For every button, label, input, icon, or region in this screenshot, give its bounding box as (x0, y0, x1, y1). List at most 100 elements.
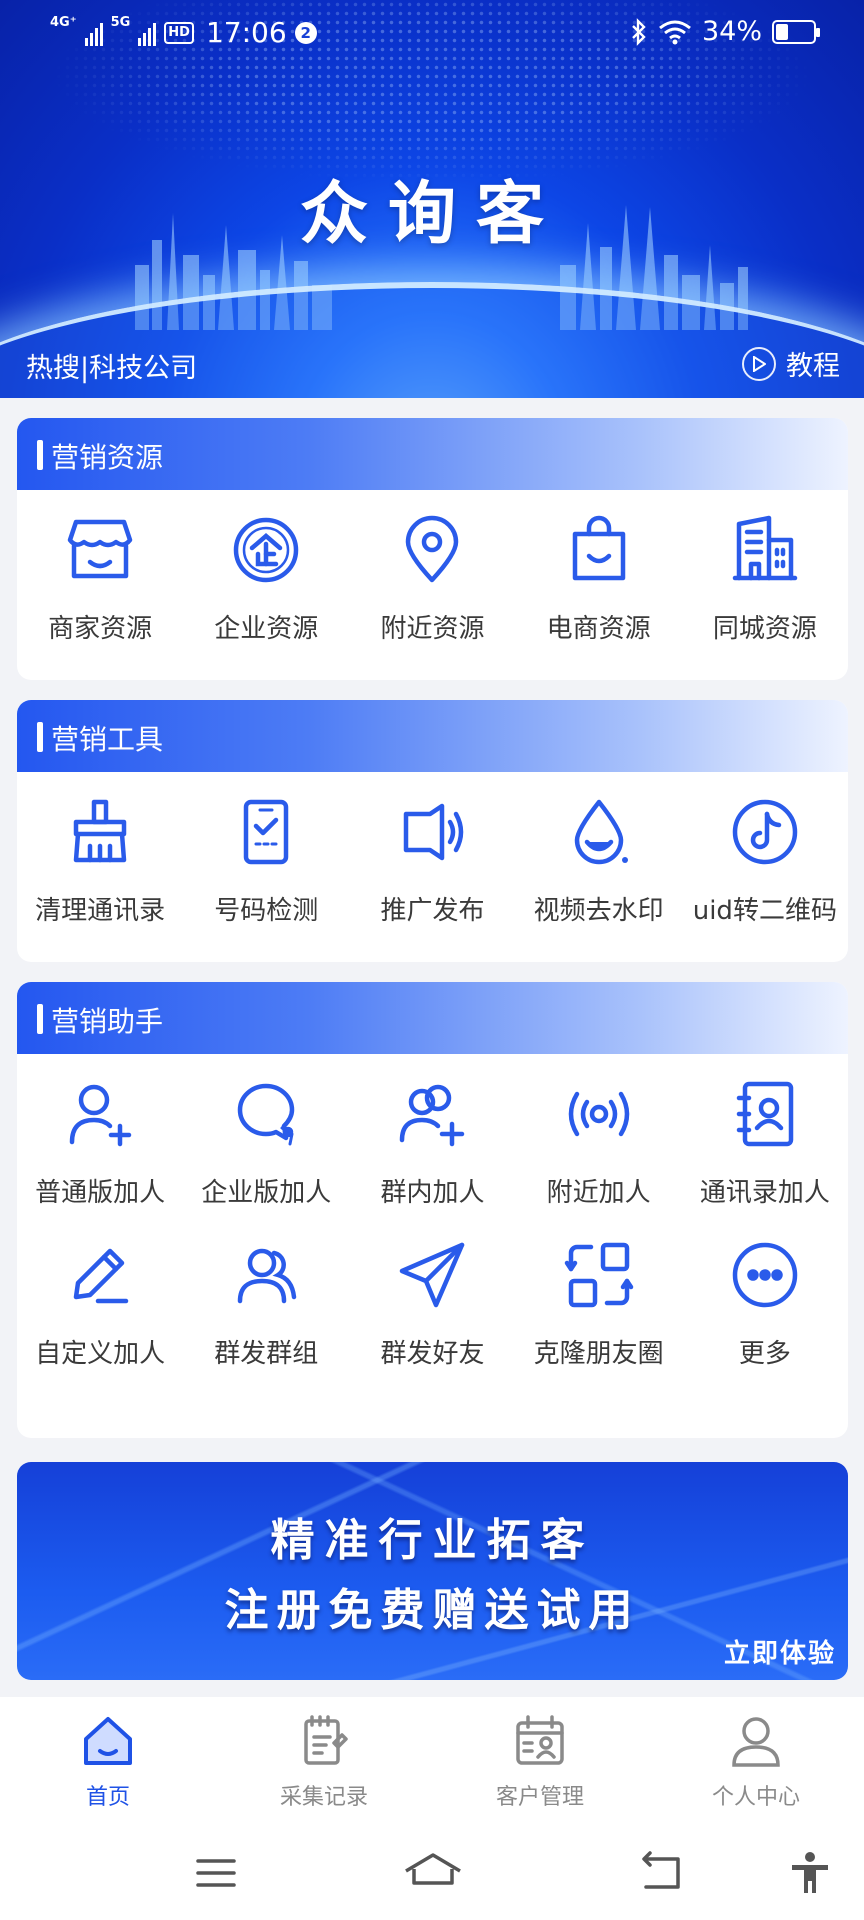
banner-headline: 精准行业拓客 (270, 1515, 595, 1566)
signal-icon (84, 20, 103, 46)
app-title: 众询客 (299, 175, 564, 254)
grid-item-clean-contacts[interactable]: 清理通讯录 (17, 772, 183, 927)
marketing-resources-section: 营销资源 商家资源 企业资源 附近资源 电商资源 同城资源 (17, 418, 848, 680)
contact-book-icon (736, 1081, 794, 1147)
grid-item-standard-add[interactable]: 普通版加人 (17, 1054, 183, 1209)
system-navigation-bar (0, 1819, 864, 1920)
section-title: 营销助手 (51, 1005, 164, 1038)
location-pin-icon (406, 515, 459, 583)
grid-item-merchant-resources[interactable]: 商家资源 (17, 490, 183, 645)
tab-personal-center[interactable]: 个人中心 (648, 1697, 864, 1819)
person-icon (732, 1717, 780, 1767)
grid-item-label: 企业版加人 (201, 1178, 332, 1208)
grid-item-label: 克隆朋友圈 (533, 1339, 664, 1369)
grid-item-label: 推广发布 (380, 896, 485, 926)
try-now-button[interactable]: 立即体验 (724, 1633, 836, 1670)
tab-home[interactable]: 首页 (0, 1697, 216, 1819)
enterprise-icon (234, 517, 299, 583)
chat-bubble-icon (238, 1083, 295, 1146)
brush-icon (73, 799, 127, 863)
calendar-contact-icon (516, 1715, 564, 1765)
tutorial-button[interactable]: 教程 (742, 344, 840, 383)
user-add-icon (69, 1084, 132, 1147)
grid-item-promotion-publish[interactable]: 推广发布 (349, 772, 515, 927)
grid-item-label: 附近资源 (380, 614, 485, 644)
grid-item-label: 通讯录加人 (699, 1178, 830, 1208)
building-icon (732, 515, 798, 581)
grid-item-label: 普通版加人 (35, 1178, 166, 1208)
grid-item-custom-add[interactable]: 自定义加人 (17, 1209, 183, 1370)
battery-level (776, 23, 789, 40)
phone-check-icon (244, 799, 289, 865)
play-icon (742, 346, 776, 381)
signal-icon-2 (138, 20, 157, 46)
battery-icon (772, 19, 820, 44)
water-drop-icon (574, 799, 628, 865)
store-icon (67, 519, 133, 579)
back-icon[interactable] (636, 1851, 684, 1895)
grid-item-label: 附近加人 (546, 1178, 651, 1208)
bottom-tab-bar: 首页 采集记录 客户管理 个人中心 (0, 1697, 864, 1819)
accessibility-icon[interactable] (786, 1851, 834, 1895)
marketing-assistant-section: 营销助手 普通版加人 企业版加人 群内加人 附近加人 通讯录加人 自定义加人 群… (17, 982, 848, 1438)
more-icon (732, 1242, 798, 1308)
hot-search-link[interactable]: 热搜|科技公司 (26, 346, 197, 385)
tab-customer-management[interactable]: 客户管理 (432, 1697, 648, 1819)
tab-label: 首页 (85, 1785, 130, 1810)
app-screen: 4G⁺ 5G HD 17:06 2 34% 众询客 热搜|科技公司 教程 营销资… (0, 0, 864, 1920)
radar-icon (568, 1091, 629, 1137)
promo-banner[interactable]: 精准行业拓客 注册免费赠送试用 立即体验 (17, 1462, 848, 1680)
grid-item-more[interactable]: 更多 (682, 1209, 848, 1370)
grid-item-label: 电商资源 (546, 614, 651, 644)
grid-item-enterprise-resources[interactable]: 企业资源 (183, 490, 349, 645)
section-header: 营销工具 (17, 700, 848, 772)
tab-label: 客户管理 (495, 1785, 584, 1810)
marketing-tools-section: 营销工具 清理通讯录 号码检测 推广发布 视频去水印 uid转二维码 (17, 700, 848, 962)
tab-label: 个人中心 (711, 1785, 800, 1810)
grid-item-label: 视频去水印 (533, 896, 664, 926)
tab-collection-records[interactable]: 采集记录 (216, 1697, 432, 1819)
grid-item-label: 企业资源 (214, 614, 319, 644)
home-icon (84, 1717, 132, 1765)
hd-voice-icon: HD (164, 21, 194, 44)
clock: 17:06 (205, 16, 287, 49)
grid-item-local-resources[interactable]: 同城资源 (682, 490, 848, 645)
banner-subheadline: 注册免费赠送试用 (224, 1585, 641, 1636)
pencil-icon (73, 1248, 129, 1304)
grid-item-group-add[interactable]: 群内加人 (349, 1054, 515, 1209)
grid-item-uid-to-qrcode[interactable]: uid转二维码 (682, 772, 848, 927)
paper-plane-icon (400, 1242, 465, 1308)
shopping-bag-icon (572, 515, 625, 581)
grid-item-remove-watermark[interactable]: 视频去水印 (516, 772, 682, 927)
bluetooth-icon (632, 17, 646, 46)
grid-item-label: 群内加人 (380, 1178, 485, 1208)
grid-item-contacts-add[interactable]: 通讯录加人 (682, 1054, 848, 1209)
home-system-icon[interactable] (402, 1851, 464, 1895)
grid-item-ecommerce-resources[interactable]: 电商资源 (516, 490, 682, 645)
section-title: 营销资源 (51, 441, 164, 474)
group-icon (238, 1248, 297, 1304)
grid-item-group-broadcast[interactable]: 群发群组 (183, 1209, 349, 1370)
grid-item-nearby-add[interactable]: 附近加人 (516, 1054, 682, 1209)
grid-item-friend-broadcast[interactable]: 群发好友 (349, 1209, 515, 1370)
speaker-icon (404, 803, 464, 861)
battery-percent: 34% (701, 16, 762, 47)
grid-item-label: 更多 (738, 1339, 791, 1369)
grid-item-enterprise-add[interactable]: 企业版加人 (183, 1054, 349, 1209)
network-type-label: 4G⁺ (50, 15, 77, 30)
menu-icon[interactable] (192, 1851, 240, 1895)
grid-item-nearby-resources[interactable]: 附近资源 (349, 490, 515, 645)
grid-item-label: uid转二维码 (692, 896, 837, 926)
grid-item-label: 自定义加人 (35, 1339, 166, 1369)
status-bar: 4G⁺ 5G HD 17:06 2 34% (0, 0, 864, 66)
grid-item-label: 群发群组 (214, 1339, 319, 1369)
grid-item-label: 群发好友 (380, 1339, 485, 1369)
section-header: 营销资源 (17, 418, 848, 490)
grid-item-label: 号码检测 (214, 896, 319, 926)
header-banner: 4G⁺ 5G HD 17:06 2 34% 众询客 热搜|科技公司 教程 (0, 0, 864, 398)
group-add-icon (400, 1084, 465, 1147)
grid-item-number-check[interactable]: 号码检测 (183, 772, 349, 927)
network-type-label-2: 5G (110, 15, 131, 30)
grid-item-clone-moments[interactable]: 克隆朋友圈 (516, 1209, 682, 1370)
clone-icon (564, 1242, 633, 1308)
